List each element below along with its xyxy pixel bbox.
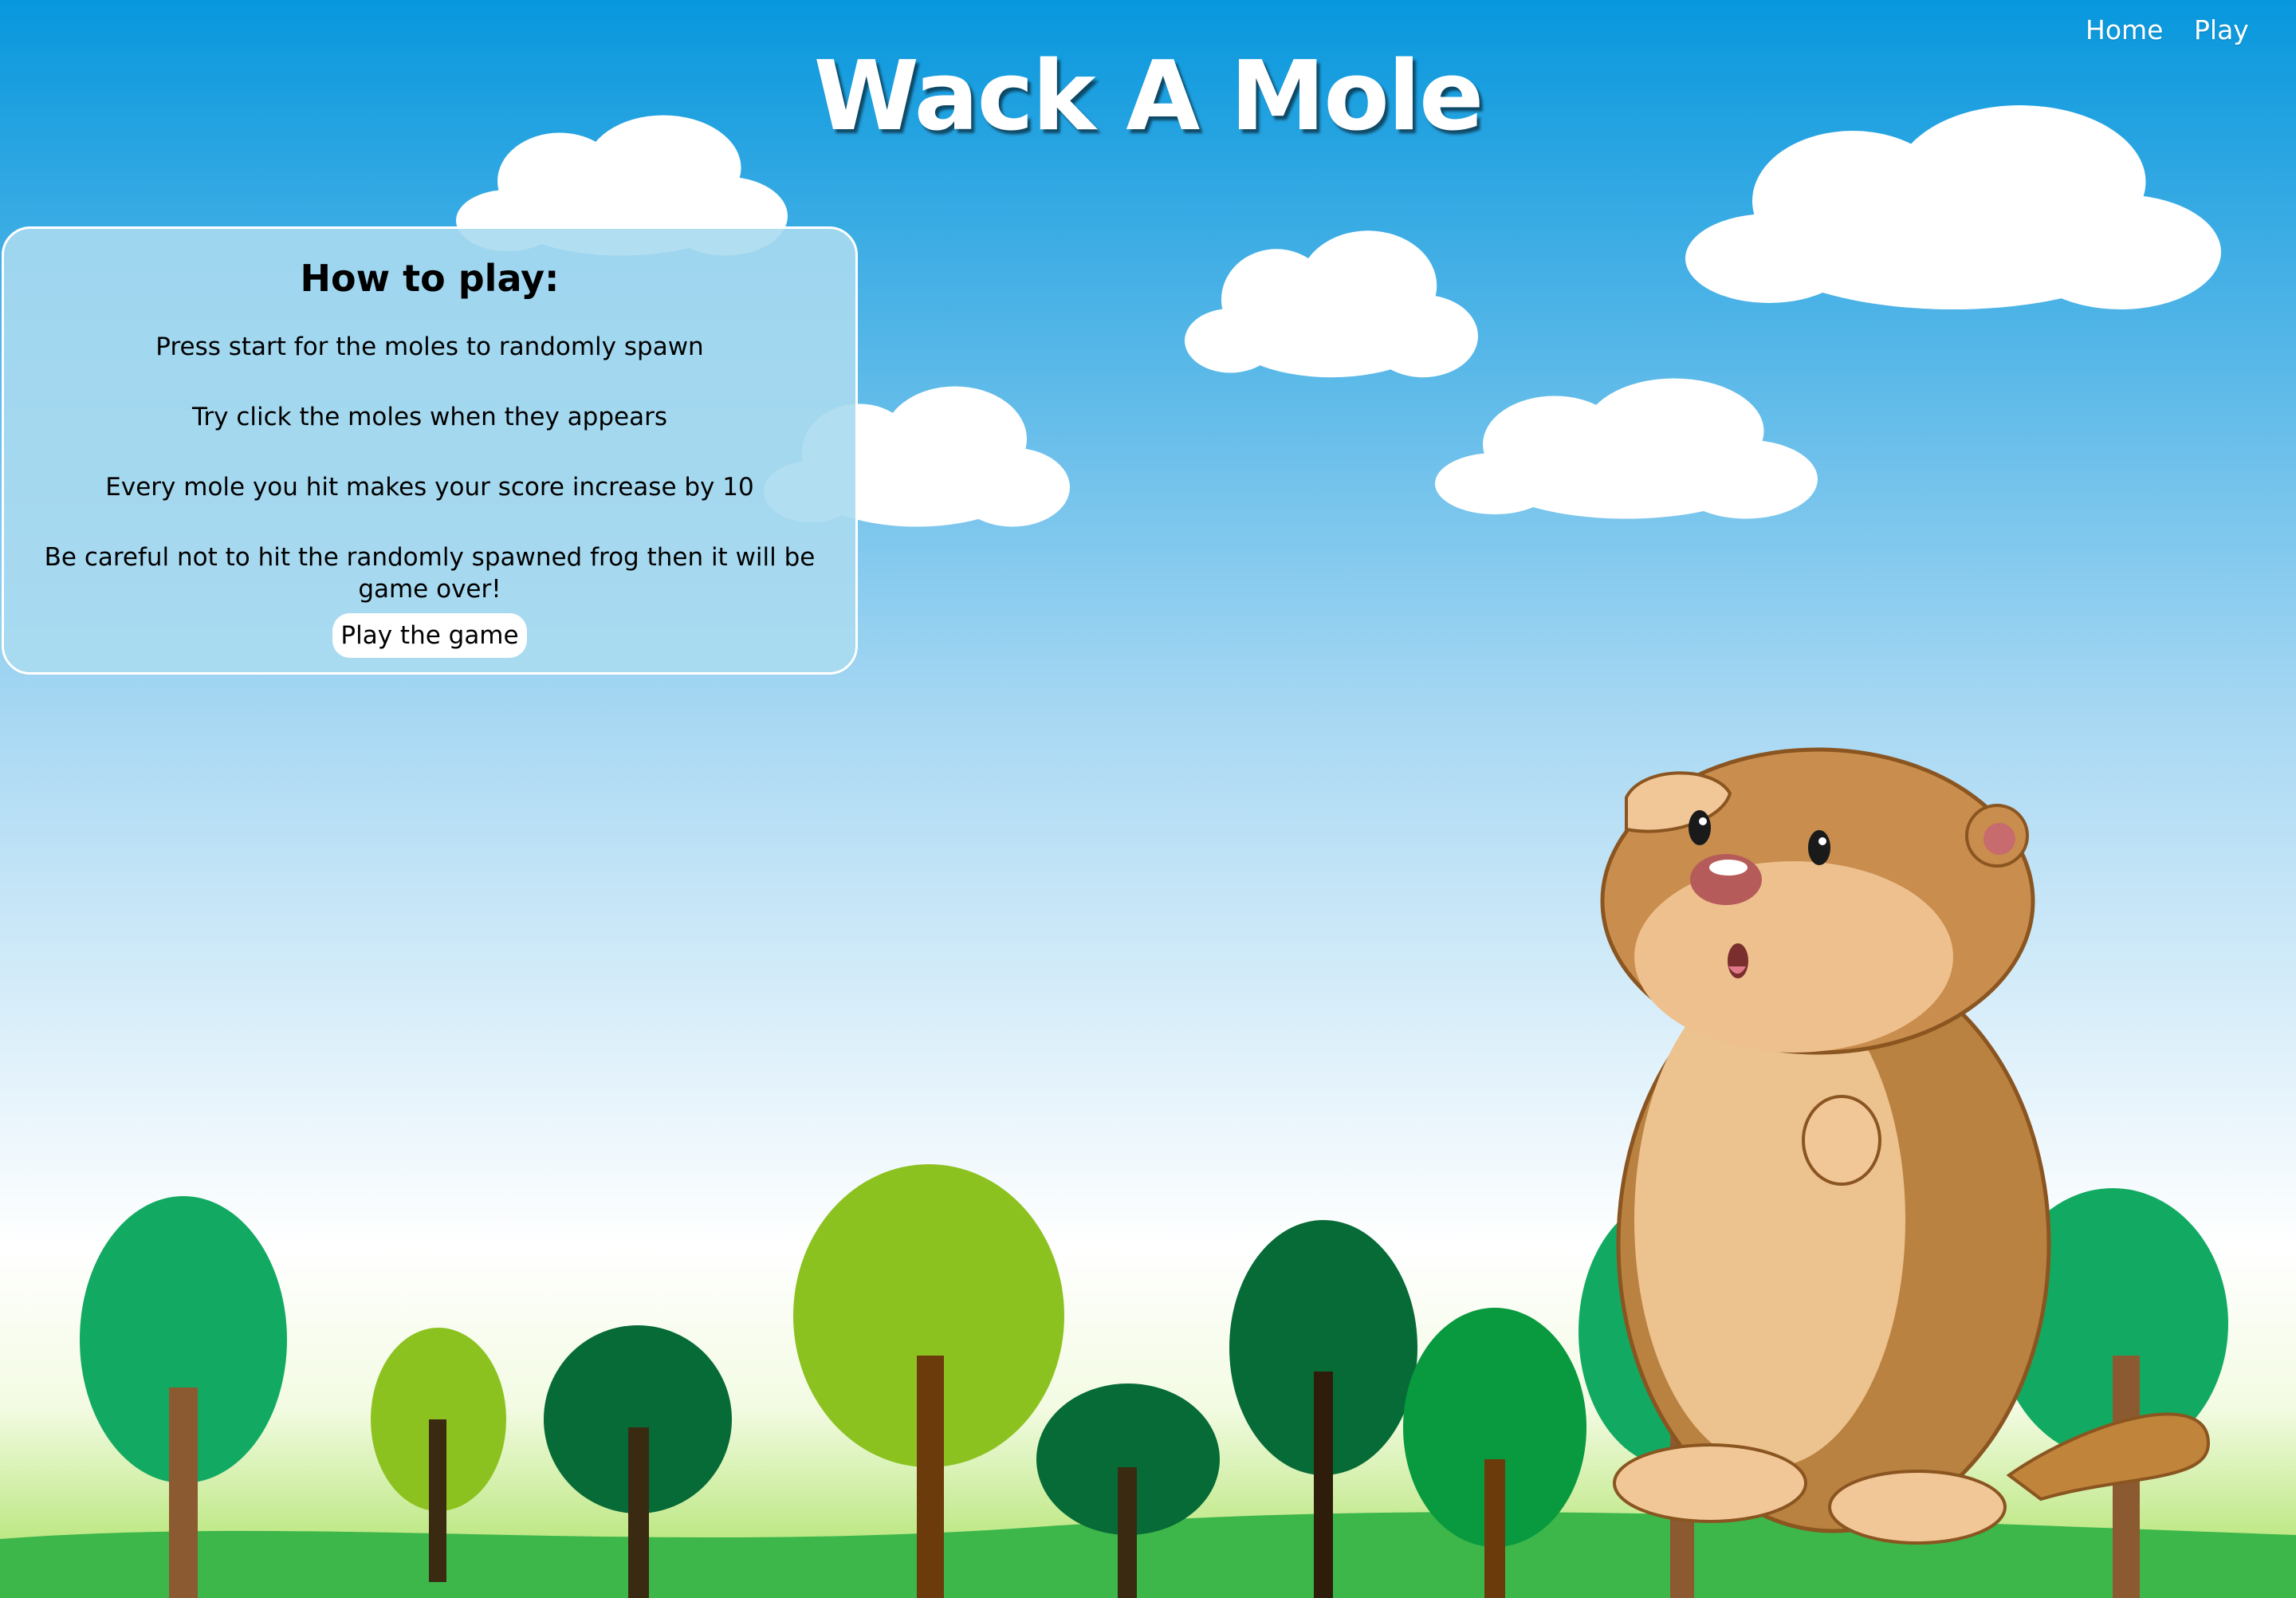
nav-home-link[interactable]: Home <box>2086 14 2163 45</box>
how-to-play-panel: How to play: Press start for the moles t… <box>2 226 858 675</box>
nav-play-link[interactable]: Play <box>2194 14 2249 45</box>
play-the-game-button[interactable]: Play the game <box>332 613 527 658</box>
how-to-play-heading: How to play: <box>300 257 560 300</box>
page-title: Wack A Mole <box>813 41 1484 152</box>
instruction-line: Try click the moles when they appears <box>192 403 667 431</box>
instruction-line: Be careful not to hit the randomly spawn… <box>44 543 816 604</box>
instruction-line: Press start for the moles to randomly sp… <box>155 333 704 361</box>
instruction-line: Every mole you hit makes your score incr… <box>105 473 754 502</box>
